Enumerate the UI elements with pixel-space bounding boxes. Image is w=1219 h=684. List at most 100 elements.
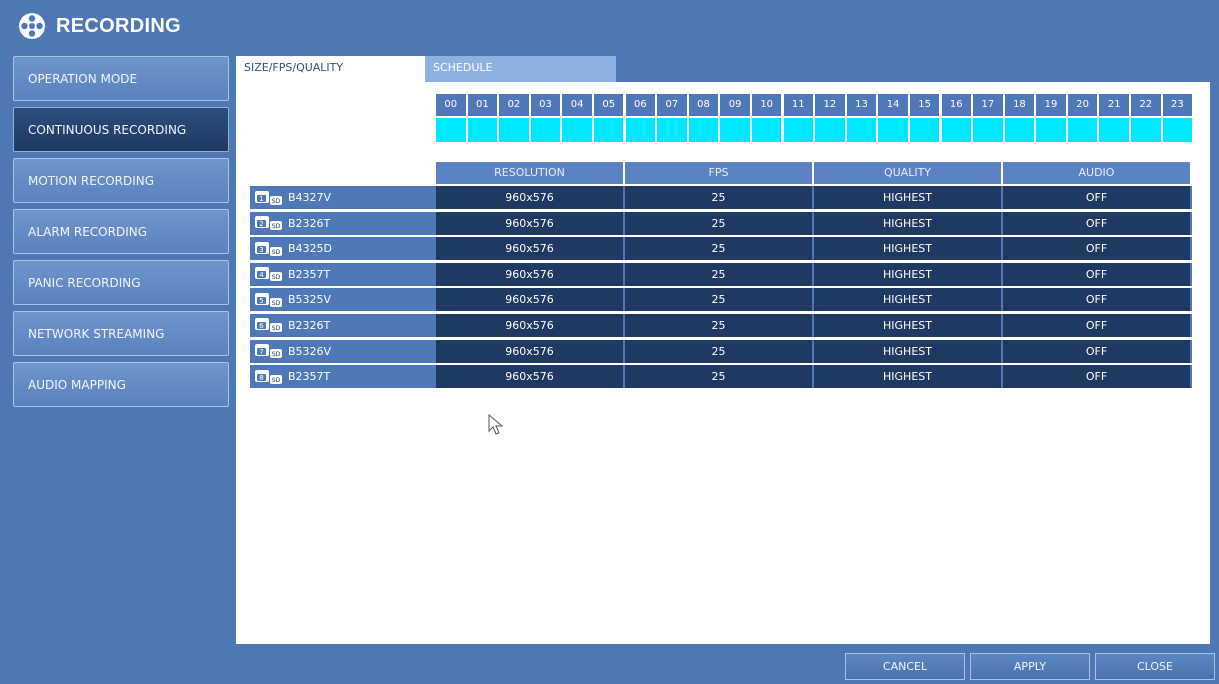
fps-cell[interactable]: 25 (625, 186, 814, 209)
quality-cell[interactable]: HIGHEST (814, 313, 1003, 337)
resolution-cell[interactable]: 960x576 (436, 186, 625, 209)
schedule-cell[interactable] (783, 118, 816, 142)
svg-text:4: 4 (259, 271, 264, 279)
channel-name: B5326V (288, 344, 332, 358)
sidebar-item-label: MOTION RECORDING (28, 173, 155, 188)
cancel-button[interactable]: CANCEL (845, 653, 965, 680)
audio-cell[interactable]: OFF (1003, 365, 1192, 389)
resolution-cell[interactable]: 960x576 (436, 365, 625, 389)
schedule-cell[interactable] (1004, 118, 1037, 142)
hour-column: 11 (783, 94, 816, 142)
schedule-cell[interactable] (941, 118, 973, 142)
schedule-cell[interactable] (530, 118, 563, 142)
sidebar-item-network-streaming[interactable]: NETWORK STREAMING (13, 311, 229, 356)
sidebar-item-operation-mode[interactable]: OPERATION MODE (13, 56, 229, 101)
camera-icon: 2 SD (255, 216, 282, 231)
channel-label[interactable]: 4 SD B2357T (250, 262, 436, 286)
resolution-cell[interactable]: 960x576 (436, 339, 625, 363)
schedule-cell[interactable] (751, 118, 784, 142)
resolution-cell[interactable]: 960x576 (436, 237, 625, 261)
resolution-cell[interactable]: 960x576 (436, 313, 625, 337)
svg-text:SD: SD (272, 249, 281, 256)
quality-cell[interactable]: HIGHEST (814, 262, 1003, 286)
fps-cell[interactable]: 25 (625, 288, 814, 312)
svg-text:3: 3 (259, 246, 263, 254)
schedule-cell[interactable] (846, 118, 879, 142)
column-header-resolution: RESOLUTION (436, 162, 625, 184)
channel-name: B2357T (288, 267, 331, 281)
channel-label[interactable]: 1 SD B4327V (250, 186, 436, 209)
schedule-cell[interactable] (467, 118, 500, 142)
sidebar-item-audio-mapping[interactable]: AUDIO MAPPING (13, 362, 229, 407)
sidebar-item-label: NETWORK STREAMING (28, 326, 165, 341)
schedule-cell[interactable] (1131, 118, 1163, 142)
audio-cell[interactable]: OFF (1003, 237, 1192, 261)
resolution-cell[interactable]: 960x576 (436, 288, 625, 312)
channel-label[interactable]: 3 SD B4325D (250, 237, 436, 261)
schedule-cell[interactable] (815, 118, 847, 142)
hour-label: 16 (941, 94, 973, 116)
fps-cell[interactable]: 25 (625, 365, 814, 389)
hour-column: 17 (973, 94, 1005, 142)
sidebar-item-alarm-recording[interactable]: ALARM RECORDING (13, 209, 229, 254)
sidebar-item-continuous-recording[interactable]: CONTINUOUS RECORDING (13, 107, 229, 152)
hour-column: 16 (941, 94, 973, 142)
channel-label[interactable]: 5 SD B5325V (250, 288, 436, 312)
audio-cell[interactable]: OFF (1003, 313, 1192, 337)
hour-label: 18 (1004, 94, 1037, 116)
audio-cell[interactable]: OFF (1003, 186, 1192, 209)
apply-button[interactable]: APPLY (970, 653, 1090, 680)
schedule-cell[interactable] (720, 118, 752, 142)
schedule-cell[interactable] (625, 118, 658, 142)
sidebar-item-label: OPERATION MODE (28, 71, 138, 86)
fps-cell[interactable]: 25 (625, 339, 814, 363)
schedule-cell[interactable] (1036, 118, 1068, 142)
sidebar-item-label: AUDIO MAPPING (28, 377, 126, 392)
close-button[interactable]: CLOSE (1095, 653, 1215, 680)
hour-column: 14 (878, 94, 910, 142)
quality-cell[interactable]: HIGHEST (814, 186, 1003, 209)
tab-size-fps-quality[interactable]: SIZE/FPS/QUALITY (236, 56, 425, 82)
schedule-cell[interactable] (688, 118, 721, 142)
schedule-cell[interactable] (973, 118, 1005, 142)
hour-column: 20 (1067, 94, 1100, 142)
quality-cell[interactable]: HIGHEST (814, 288, 1003, 312)
page-title: RECORDING (56, 14, 181, 37)
quality-cell[interactable]: HIGHEST (814, 365, 1003, 389)
audio-cell[interactable]: OFF (1003, 288, 1192, 312)
quality-cell[interactable]: HIGHEST (814, 339, 1003, 363)
hour-label: 15 (909, 94, 942, 116)
schedule-cell[interactable] (657, 118, 689, 142)
schedule-cell[interactable] (562, 118, 594, 142)
hour-column: 12 (815, 94, 847, 142)
schedule-cell[interactable] (436, 118, 468, 142)
channel-label[interactable]: 7 SD B5326V (250, 339, 436, 363)
fps-cell[interactable]: 25 (625, 211, 814, 235)
quality-cell[interactable]: HIGHEST (814, 237, 1003, 261)
schedule-cell[interactable] (878, 118, 910, 142)
schedule-cell[interactable] (1162, 118, 1195, 142)
tab-schedule[interactable]: SCHEDULE (425, 56, 616, 82)
channel-label[interactable]: 2 SD B2326T (250, 211, 436, 235)
audio-cell[interactable]: OFF (1003, 339, 1192, 363)
fps-cell[interactable]: 25 (625, 262, 814, 286)
schedule-cell[interactable] (1099, 118, 1131, 142)
schedule-cell[interactable] (593, 118, 626, 142)
audio-cell[interactable]: OFF (1003, 262, 1192, 286)
column-header-audio: AUDIO (1003, 162, 1192, 184)
resolution-cell[interactable]: 960x576 (436, 211, 625, 235)
quality-cell[interactable]: HIGHEST (814, 211, 1003, 235)
fps-cell[interactable]: 25 (625, 313, 814, 337)
resolution-cell[interactable]: 960x576 (436, 262, 625, 286)
fps-cell[interactable]: 25 (625, 237, 814, 261)
schedule-cell[interactable] (909, 118, 942, 142)
hour-column: 09 (720, 94, 752, 142)
sidebar-item-panic-recording[interactable]: PANIC RECORDING (13, 260, 229, 305)
schedule-cell[interactable] (1067, 118, 1100, 142)
channel-label[interactable]: 8 SD B2357T (250, 365, 436, 389)
schedule-cell[interactable] (499, 118, 531, 142)
sidebar-item-motion-recording[interactable]: MOTION RECORDING (13, 158, 229, 203)
hour-label: 13 (846, 94, 879, 116)
audio-cell[interactable]: OFF (1003, 211, 1192, 235)
channel-label[interactable]: 6 SD B2326T (250, 313, 436, 337)
